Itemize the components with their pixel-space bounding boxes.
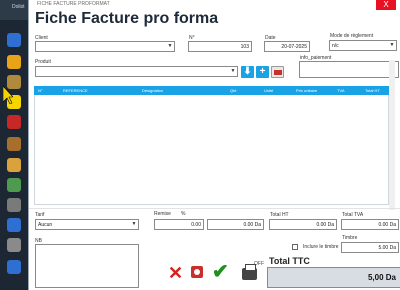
- calc-icon[interactable]: [7, 198, 21, 212]
- timbre-label: Timbre: [342, 235, 358, 241]
- payment-mode-select[interactable]: n/c ▼: [329, 40, 397, 51]
- produit-select[interactable]: ▼: [35, 66, 238, 77]
- remise-percent-field[interactable]: 0.00: [154, 219, 204, 230]
- download-button[interactable]: ⬇: [241, 66, 254, 78]
- column-header[interactable]: Total HT: [365, 88, 380, 93]
- invoice-window: FICHE FACTURE PROFORMAT X Fiche Facture …: [28, 0, 400, 290]
- column-header[interactable]: REFERENCE: [63, 88, 88, 93]
- total-ttc-label: Total TTC: [269, 256, 310, 266]
- client-select[interactable]: ▼: [35, 41, 175, 52]
- taskbar-label: Dolist: [12, 4, 25, 10]
- validate-check-icon[interactable]: ✔: [212, 262, 229, 282]
- remise-label: Remise: [154, 211, 171, 217]
- chevron-down-icon: ▼: [167, 43, 173, 49]
- image-icon: [274, 70, 282, 75]
- nb-textarea[interactable]: [35, 244, 139, 288]
- footer-divider: [29, 208, 400, 209]
- window-close-button[interactable]: X: [376, 0, 396, 10]
- total-tva-field: 0.00 Da: [341, 219, 399, 230]
- num-field[interactable]: 103: [188, 41, 252, 52]
- taskbar-app-header[interactable]: Dolist: [0, 0, 28, 20]
- plus-icon: +: [259, 66, 266, 77]
- column-header[interactable]: Désignation: [142, 88, 163, 93]
- chrome-icon[interactable]: [7, 55, 21, 69]
- chevron-down-icon: ▼: [389, 42, 395, 48]
- printer-icon[interactable]: [242, 264, 257, 280]
- folder-icon[interactable]: [7, 158, 21, 172]
- table-header: N° REFERENCE Désignation Qté Unité Prix unita…: [34, 86, 389, 95]
- table-body[interactable]: [34, 95, 389, 205]
- camera-icon[interactable]: [191, 266, 203, 278]
- timbre-field: 5.00 Da: [341, 242, 399, 253]
- chevron-down-icon: ▼: [230, 68, 236, 74]
- timbre-checkbox-label: Inclure le timbre: [303, 244, 339, 250]
- remise-percent-label: %: [181, 211, 186, 217]
- total-ttc-field: 5,00 Da: [267, 267, 400, 288]
- column-header[interactable]: Prix unitaire: [296, 88, 317, 93]
- app-icon[interactable]: [7, 33, 21, 47]
- payment-mode-label: Mode de règlement: [330, 33, 374, 39]
- off-label: OFF: [254, 261, 264, 267]
- column-header[interactable]: Qté: [230, 88, 236, 93]
- total-ht-label: Total HT: [270, 212, 289, 218]
- column-header[interactable]: TVA: [337, 88, 344, 93]
- grid-icon[interactable]: [7, 218, 21, 232]
- add-product-button[interactable]: +: [256, 66, 269, 78]
- produit-label: Produit: [35, 59, 51, 65]
- remise-amount-field[interactable]: 0.00 Da: [207, 219, 264, 230]
- mouse-cursor: [2, 85, 14, 109]
- total-tva-label: Total TVA: [342, 212, 364, 218]
- info-payment-field[interactable]: [299, 61, 399, 78]
- window-title: FICHE FACTURE PROFORMAT: [37, 1, 110, 7]
- tarif-label: Tarif: [35, 212, 45, 218]
- product-image-button[interactable]: [271, 66, 284, 78]
- taskbar: Dolist: [0, 0, 28, 290]
- cancel-x-icon[interactable]: ✕: [168, 264, 183, 282]
- tarif-select[interactable]: Aucun ▼: [35, 219, 139, 230]
- red-app-icon[interactable]: [7, 115, 21, 129]
- help-icon[interactable]: [7, 260, 21, 274]
- column-header[interactable]: N°: [38, 88, 43, 93]
- page-title: Fiche Facture pro forma: [35, 10, 219, 27]
- download-arrow-icon: ⬇: [243, 66, 252, 77]
- timbre-checkbox[interactable]: [292, 244, 298, 250]
- payment-mode-value: n/c: [332, 43, 339, 49]
- column-header[interactable]: Unité: [264, 88, 273, 93]
- tarif-value: Aucun: [38, 222, 53, 228]
- date-field[interactable]: 20-07-2025: [264, 41, 310, 52]
- total-ht-field: 0.00 Da: [269, 219, 337, 230]
- vertical-scrollbar[interactable]: [389, 60, 395, 210]
- settings-icon[interactable]: [7, 238, 21, 252]
- chevron-down-icon: ▼: [131, 221, 137, 227]
- package-icon[interactable]: [7, 137, 21, 151]
- chart-icon[interactable]: [7, 178, 21, 192]
